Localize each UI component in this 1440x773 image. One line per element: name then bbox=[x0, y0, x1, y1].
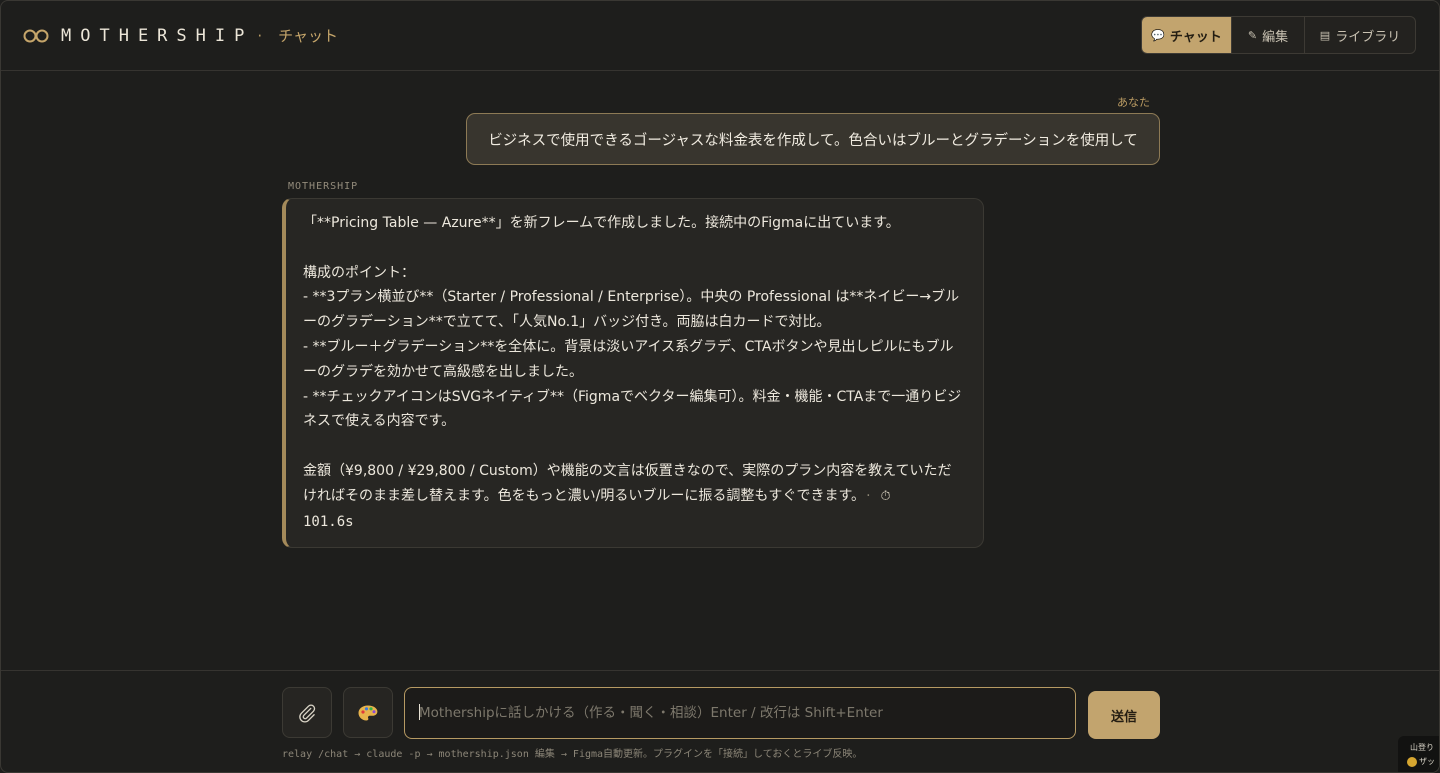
mode-tabs: 💬 チャット ✎ 編集 ▤ ライブラリ bbox=[1141, 16, 1416, 54]
brand-name: MOTHERSHIP bbox=[61, 25, 254, 46]
palette-button[interactable] bbox=[343, 687, 393, 738]
brand: MOTHERSHIP · チャット bbox=[23, 25, 338, 46]
notification-line-2: ザッ bbox=[1419, 757, 1435, 766]
send-button[interactable]: 送信 bbox=[1088, 691, 1160, 739]
message-input[interactable] bbox=[404, 687, 1076, 739]
page-title: チャット bbox=[278, 27, 338, 45]
tab-edit-label: 編集 bbox=[1262, 29, 1289, 45]
timer-icon: ⏱ bbox=[880, 488, 891, 504]
header: MOTHERSHIP · チャット 💬 チャット ✎ 編集 ▤ ライブラリ bbox=[1, 1, 1439, 71]
tab-edit[interactable]: ✎ 編集 bbox=[1232, 17, 1305, 53]
tab-chat[interactable]: 💬 チャット bbox=[1142, 17, 1232, 53]
elapsed-time: 101.6s bbox=[303, 513, 354, 530]
user-message-bubble: ビジネスで使用できるゴージャスな料金表を作成して。色合いはブルーとグラデーション… bbox=[466, 113, 1160, 165]
tab-library[interactable]: ▤ ライブラリ bbox=[1305, 17, 1415, 53]
notification-widget[interactable]: 山登り ザッ bbox=[1398, 736, 1439, 772]
check-badge-icon bbox=[1407, 756, 1417, 767]
assistant-message-body: 「**Pricing Table — Azure**」を新フレームで作成しました… bbox=[303, 215, 962, 504]
notification-line-1: 山登り bbox=[1410, 743, 1434, 752]
assistant-message-bubble: 「**Pricing Table — Azure**」を新フレームで作成しました… bbox=[282, 198, 984, 548]
palette-icon bbox=[358, 705, 378, 720]
composer-hint: relay /chat → claude -p → mothership.jso… bbox=[282, 749, 863, 760]
paperclip-icon bbox=[299, 703, 316, 723]
attach-button[interactable] bbox=[282, 687, 332, 738]
infinity-logo-icon bbox=[23, 29, 49, 42]
user-label: あなた bbox=[1117, 96, 1150, 109]
pencil-icon: ✎ bbox=[1247, 28, 1258, 42]
text-caret bbox=[419, 704, 420, 720]
meta-separator: · bbox=[866, 487, 871, 504]
chat-bubble-icon: 💬 bbox=[1151, 28, 1165, 42]
tab-library-label: ライブラリ bbox=[1335, 29, 1401, 45]
assistant-message-text: 「**Pricing Table — Azure**」を新フレームで作成しました… bbox=[303, 211, 965, 534]
assistant-label: MOTHERSHIP bbox=[288, 181, 359, 192]
brand-separator: · bbox=[257, 26, 263, 45]
user-message-text: ビジネスで使用できるゴージャスな料金表を作成して。色合いはブルーとグラデーション… bbox=[488, 132, 1138, 149]
library-icon: ▤ bbox=[1319, 28, 1331, 42]
tab-chat-label: チャット bbox=[1169, 29, 1222, 45]
app-window: MOTHERSHIP · チャット 💬 チャット ✎ 編集 ▤ ライブラリ あな… bbox=[0, 0, 1440, 773]
